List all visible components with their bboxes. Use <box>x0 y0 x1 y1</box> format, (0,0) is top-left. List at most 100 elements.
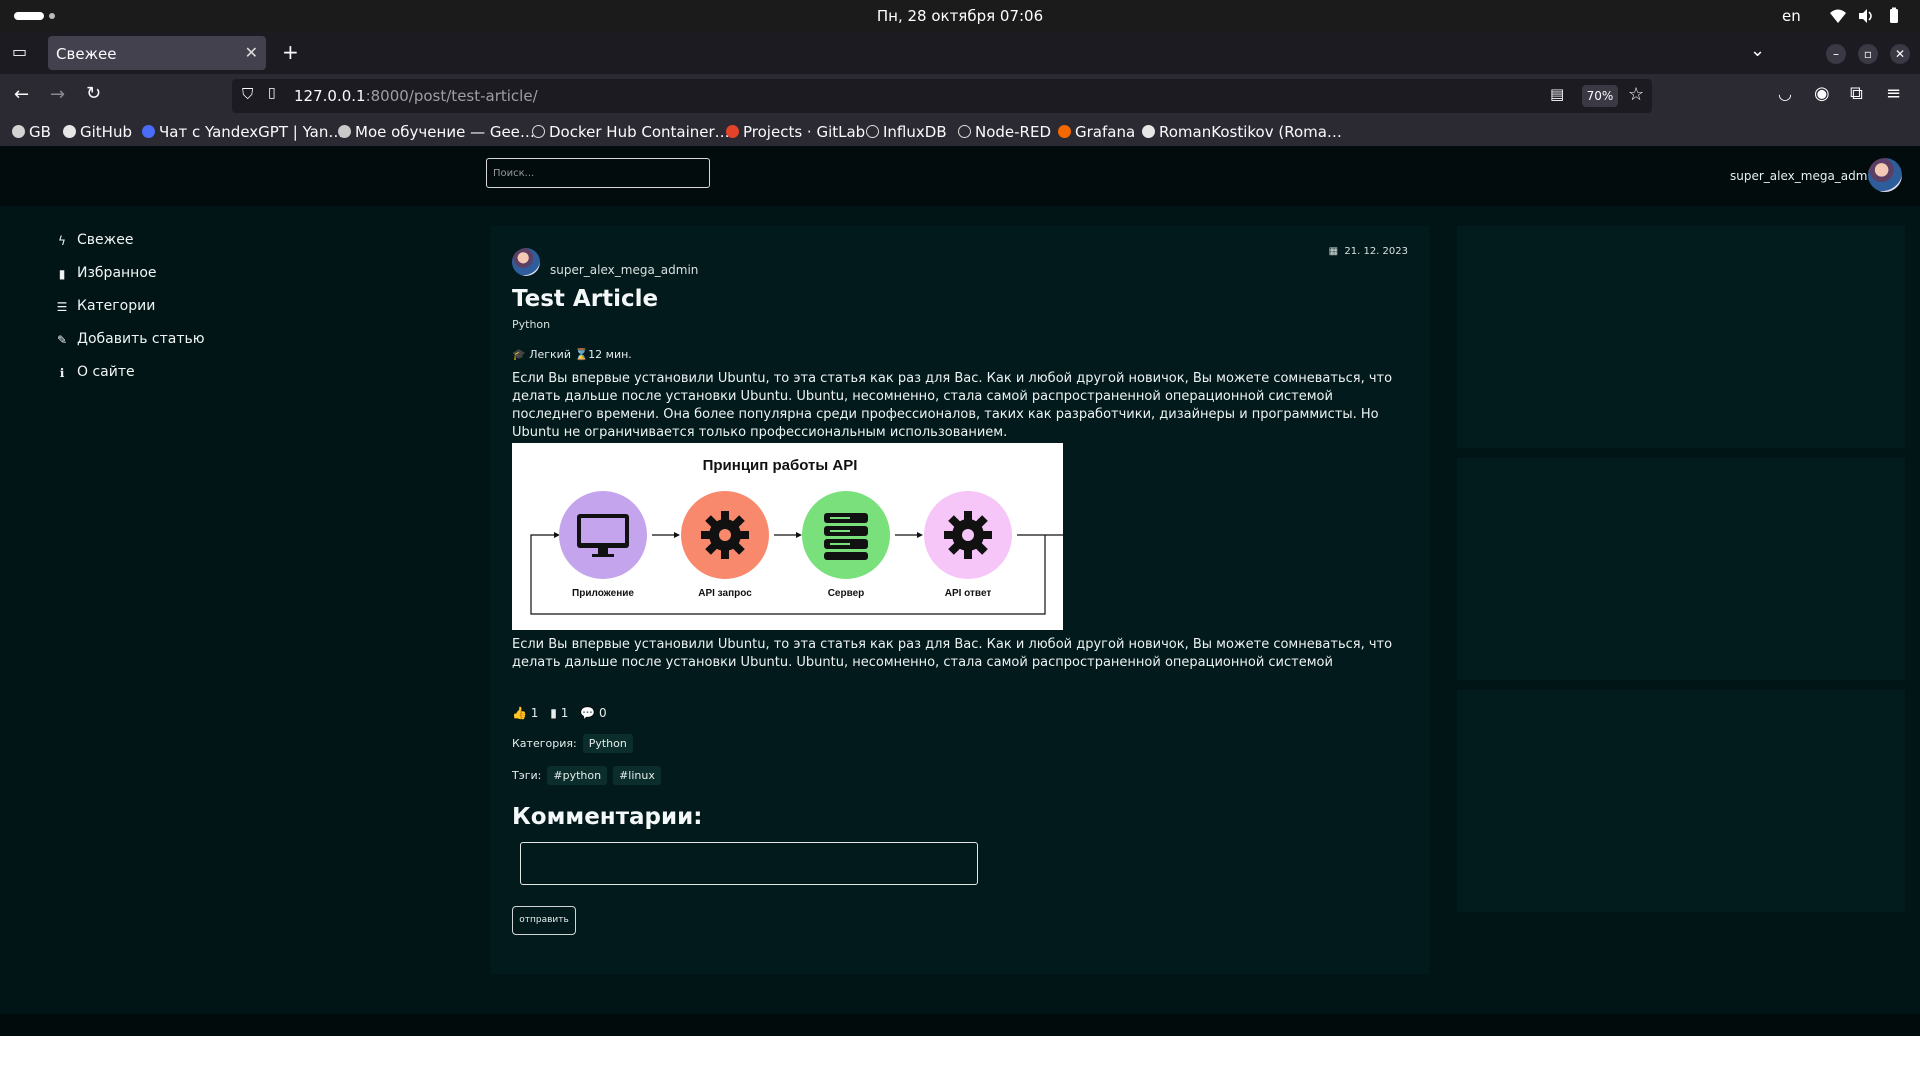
comments-icon: 💬 <box>580 706 596 720</box>
tag-chip[interactable]: #linux <box>613 766 661 785</box>
step-label: API ответ <box>945 588 992 599</box>
right-widget <box>1457 458 1905 680</box>
bookmark-yandexgpt[interactable]: Чат с YandexGPT | Yan… <box>142 123 343 141</box>
article-category-subtitle[interactable]: Python <box>512 318 550 331</box>
sidebar-label: Избранное <box>77 265 157 281</box>
category-row: Категория: Python <box>512 734 633 753</box>
article-stats: 👍 1 ▮ 1 💬 0 <box>512 706 615 720</box>
hourglass-icon: ⌛ <box>574 348 589 361</box>
api-diagram-image: Принцип работы API Приложение API запрос… <box>512 443 1063 630</box>
graduation-cap-icon: 🎓 <box>512 348 526 361</box>
bolt-icon: ϟ <box>58 234 66 248</box>
tab-list-chevron-icon[interactable]: ⌄ <box>1750 40 1765 61</box>
bookmarks-count: 1 <box>560 706 569 720</box>
article-meta: 🎓 Легкий ⌛12 мин. <box>512 348 632 361</box>
tags-label: Тэги: <box>512 769 542 782</box>
new-tab-icon[interactable]: + <box>282 40 299 64</box>
right-widget <box>1457 226 1905 448</box>
thumbs-up-icon: 👍 <box>512 706 527 720</box>
geekbrains-icon <box>338 125 351 138</box>
user-avatar[interactable] <box>1868 158 1902 192</box>
system-clock[interactable]: Пн, 28 октября 07:06 <box>0 7 1920 25</box>
bookmark-influxdb[interactable]: InfluxDB <box>866 123 947 141</box>
battery-icon[interactable] <box>1885 7 1903 25</box>
search-input[interactable]: Поиск... <box>486 158 710 188</box>
comments-count: 0 <box>598 706 607 720</box>
bookmark-label: Docker Hub Container… <box>549 123 730 141</box>
back-icon[interactable]: ← <box>14 84 29 105</box>
article-title: Test Article <box>512 286 659 312</box>
reload-icon[interactable]: ↻ <box>86 83 101 104</box>
keyboard-layout[interactable]: en <box>1782 7 1801 25</box>
tag-chip[interactable]: #python <box>547 766 608 785</box>
shield-icon[interactable]: ⛉ <box>242 85 253 103</box>
gitlab-icon <box>726 125 739 138</box>
menu-icon[interactable]: ≡ <box>1886 83 1901 104</box>
bookmark-nodered[interactable]: Node-RED <box>958 123 1051 141</box>
globe-icon <box>532 125 545 138</box>
bookmark-label: Node-RED <box>975 123 1052 141</box>
browser-nav-bar: ← → ↻ ⛉ ▯ 127.0.0.1:8000/post/test-artic… <box>0 74 1920 120</box>
gear-icon <box>701 511 749 559</box>
author-avatar[interactable] <box>512 248 540 276</box>
comment-input[interactable] <box>520 842 978 885</box>
bookmark-star-icon[interactable]: ☆ <box>1628 84 1644 105</box>
bookmark-dockerhub[interactable]: Docker Hub Container… <box>532 123 730 141</box>
bookmark-label: RomanKostikov (Roma… <box>1159 123 1342 141</box>
bookmark-geekbrains[interactable]: Мое обучение — Gee… <box>338 123 535 141</box>
zoom-level[interactable]: 70% <box>1582 85 1618 107</box>
browser-tab-bar: ▭ Свежее ✕ + ⌄ <box>0 32 1920 74</box>
info-icon: ℹ <box>59 366 65 380</box>
extensions-icon[interactable]: ⧉ <box>1850 83 1863 104</box>
like-button[interactable]: 👍 1 <box>512 706 538 720</box>
bookmark-label: Чат с YandexGPT | Yan… <box>159 123 344 141</box>
forward-icon[interactable]: → <box>50 84 65 105</box>
bookmark-label: InfluxDB <box>883 123 947 141</box>
url-text[interactable]: 127.0.0.1:8000/post/test-article/ <box>294 87 538 105</box>
category-chip[interactable]: Python <box>582 734 633 753</box>
bookmark-icon: ▮ <box>58 267 66 281</box>
site-header: Поиск... super_alex_mega_admin <box>0 146 1920 206</box>
article-date-text: 21. 12. 2023 <box>1344 246 1408 257</box>
bookmark-label: Grafana <box>1075 123 1136 141</box>
bookmark-gb[interactable]: GB <box>12 123 51 141</box>
sidebar-label: Свежее <box>77 232 134 248</box>
address-bar[interactable]: ⛉ ▯ 127.0.0.1:8000/post/test-article/ ▤ … <box>232 79 1652 113</box>
minimize-button[interactable]: – <box>1826 44 1846 64</box>
header-username[interactable]: super_alex_mega_admin <box>1730 169 1878 183</box>
globe-icon <box>866 125 879 138</box>
wifi-icon[interactable] <box>1829 7 1847 25</box>
maximize-button[interactable]: ▫ <box>1858 44 1878 64</box>
difficulty-label: Легкий <box>529 348 571 361</box>
comments-button[interactable]: 💬 0 <box>580 706 606 720</box>
close-window-button[interactable]: ✕ <box>1890 44 1910 64</box>
globe-icon <box>958 125 971 138</box>
send-comment-button[interactable]: отправить <box>512 906 576 935</box>
reader-view-icon[interactable]: ▤ <box>1550 85 1564 103</box>
account-icon[interactable]: ◉ <box>1814 83 1830 104</box>
tags-row: Тэги: #python #linux <box>512 766 661 785</box>
page-info-icon[interactable]: ▯ <box>268 85 276 101</box>
url-path: :8000/post/test-article/ <box>365 87 538 105</box>
bookmark-label: Projects · GitLab <box>743 123 866 141</box>
pocket-icon[interactable]: ◡ <box>1778 84 1792 103</box>
bookmark-label: GB <box>29 123 51 141</box>
bookmark-label: GitHub <box>80 123 132 141</box>
tab-overview-icon[interactable]: ▭ <box>12 42 27 61</box>
bookmark-github[interactable]: GitHub <box>63 123 132 141</box>
bookmark-romankostikov[interactable]: RomanKostikov (Roma… <box>1142 123 1342 141</box>
bookmarks-toolbar: GB GitHub Чат с YandexGPT | Yan… Мое обу… <box>0 120 1920 146</box>
close-tab-icon[interactable]: ✕ <box>245 43 258 62</box>
article-date: ▦ 21. 12. 2023 <box>1329 246 1408 257</box>
article-author[interactable]: super_alex_mega_admin <box>550 263 698 277</box>
gear-icon <box>944 511 992 559</box>
bookmark-button[interactable]: ▮ 1 <box>550 706 568 720</box>
tab-active[interactable]: Свежее ✕ <box>48 36 266 70</box>
article-paragraph: Если Вы впервые установили Ubuntu, то эт… <box>512 371 1393 440</box>
right-sidebar <box>1457 226 1905 922</box>
bookmark-label: Мое обучение — Gee… <box>355 123 535 141</box>
bookmark-gitlab[interactable]: Projects · GitLab <box>726 123 865 141</box>
diagram-title: Принцип работы API <box>703 457 858 474</box>
volume-icon[interactable] <box>1857 7 1875 25</box>
bookmark-grafana[interactable]: Grafana <box>1058 123 1135 141</box>
